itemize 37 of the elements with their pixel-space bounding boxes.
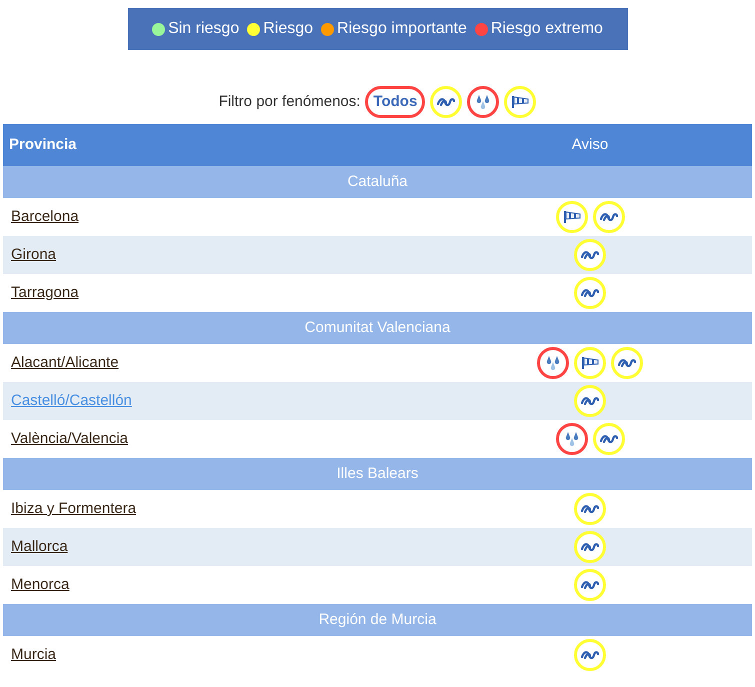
wave-icon bbox=[600, 212, 618, 222]
raindrops-icon bbox=[544, 355, 562, 371]
region-name: Cataluña bbox=[347, 172, 408, 192]
wave-icon bbox=[581, 650, 599, 660]
province-link[interactable]: Murcia bbox=[11, 646, 56, 663]
windsock-icon bbox=[562, 210, 580, 224]
wave-icon bbox=[581, 504, 599, 514]
wave-icon bbox=[618, 358, 636, 368]
wave-icon bbox=[437, 97, 456, 107]
province-link[interactable]: Mallorca bbox=[11, 538, 68, 555]
province-link[interactable]: València/Valencia bbox=[11, 430, 128, 447]
wave-icon bbox=[581, 288, 599, 298]
province-link[interactable]: Ibiza y Formentera bbox=[11, 500, 136, 517]
wave-icon bbox=[600, 434, 618, 444]
wave-icon bbox=[581, 396, 599, 406]
province-link[interactable]: Girona bbox=[11, 246, 56, 263]
column-header: Provincia bbox=[8, 134, 78, 155]
province-link[interactable]: Menorca bbox=[11, 576, 70, 593]
legend-label: Riesgo extremo bbox=[490, 19, 603, 39]
windsock-icon bbox=[581, 356, 599, 370]
province-link[interactable]: Alacant/Alicante bbox=[11, 354, 119, 371]
legend-label: Riesgo importante bbox=[337, 19, 467, 39]
column-header: Aviso bbox=[570, 134, 610, 155]
province-link[interactable]: Tarragona bbox=[11, 284, 79, 301]
region-name: Illes Balears bbox=[336, 464, 418, 484]
filter-button[interactable] bbox=[467, 86, 500, 118]
region-name: Región de Murcia bbox=[318, 610, 436, 630]
windsock-icon bbox=[511, 95, 530, 109]
region-name: Comunitat Valenciana bbox=[304, 318, 450, 338]
wave-icon bbox=[581, 542, 599, 552]
legend-label: Sin riesgo bbox=[168, 19, 240, 39]
legend-label: Riesgo bbox=[263, 19, 314, 39]
filter-all-button[interactable]: Todos bbox=[365, 86, 426, 118]
wave-icon bbox=[581, 580, 599, 590]
filter-label: Filtro por fenómenos: bbox=[218, 92, 360, 112]
wave-icon bbox=[581, 250, 599, 260]
province-link[interactable]: Barcelona bbox=[11, 208, 79, 225]
